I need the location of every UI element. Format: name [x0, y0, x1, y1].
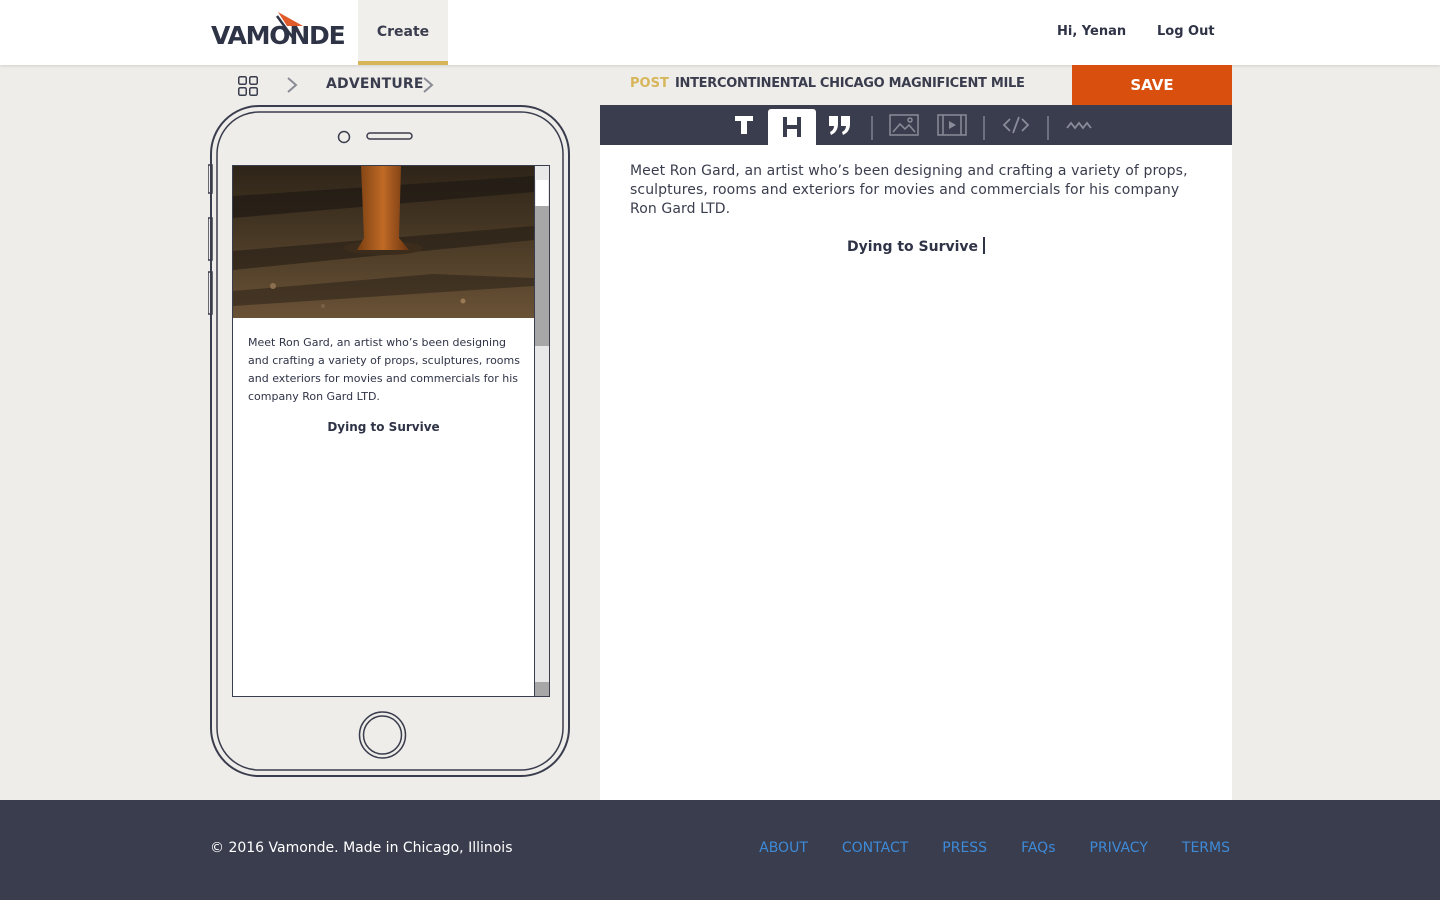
scrollbar-thumb[interactable] — [535, 206, 549, 346]
phone-screen[interactable]: Meet Ron Gard, an artist who’s been desi… — [232, 165, 535, 697]
scrollbar-track-top[interactable] — [536, 180, 548, 206]
chevron-right-icon — [287, 77, 298, 93]
editor-heading-text[interactable]: Dying to Survive — [847, 239, 978, 255]
footer-link-faqs[interactable]: FAQs — [1021, 840, 1055, 856]
toolbar-separator — [983, 116, 985, 140]
divider-icon[interactable] — [1056, 105, 1104, 145]
heading-icon[interactable] — [768, 109, 816, 145]
vamonde-logo[interactable]: VAMONDE — [211, 10, 346, 50]
footer: © 2016 Vamonde. Made in Chicago, Illinoi… — [0, 800, 1440, 900]
toolbar-separator — [871, 116, 873, 140]
footer-link-about[interactable]: ABOUT — [759, 840, 808, 856]
footer-link-contact[interactable]: CONTACT — [842, 840, 908, 856]
nav-create-tab[interactable]: Create — [358, 0, 448, 65]
story-editor[interactable]: Meet Ron Gard, an artist who’s been desi… — [600, 145, 1232, 800]
footer-link-terms[interactable]: TERMS — [1182, 840, 1230, 856]
scrollbar-down-arrow[interactable] — [535, 682, 549, 696]
editor-heading[interactable]: Dying to Survive — [600, 237, 1232, 255]
copyright-text: © 2016 Vamonde. Made in Chicago, Illinoi… — [210, 840, 513, 856]
user-greeting[interactable]: Hi, Yenan — [1057, 24, 1126, 39]
top-navigation-bar: VAMONDE Create Hi, Yenan Log Out — [0, 0, 1440, 65]
toolbar-separator — [1047, 116, 1049, 140]
image-icon[interactable] — [880, 105, 928, 145]
preview-scrollbar[interactable] — [535, 165, 550, 697]
logo-flag-icon — [275, 12, 303, 39]
footer-links: ABOUT CONTACT PRESS FAQs PRIVACY TERMS — [759, 840, 1230, 856]
quote-icon[interactable] — [816, 105, 864, 145]
footer-link-press[interactable]: PRESS — [942, 840, 987, 856]
post-title: INTERCONTINENTAL CHICAGO MAGNIFICENT MIL… — [675, 76, 1025, 91]
save-button[interactable]: SAVE — [1072, 65, 1232, 105]
text-cursor — [983, 237, 986, 254]
post-type-label: POST — [630, 76, 669, 91]
embed-code-icon[interactable] — [992, 105, 1040, 145]
text-icon[interactable] — [720, 105, 768, 145]
chevron-right-icon — [423, 77, 434, 93]
editor-toolbar — [600, 105, 1232, 145]
video-icon[interactable] — [928, 105, 976, 145]
preview-paragraph: Meet Ron Gard, an artist who’s been desi… — [248, 336, 520, 403]
cover-photo — [233, 166, 534, 318]
footer-link-privacy[interactable]: PRIVACY — [1090, 840, 1148, 856]
breadcrumb-category[interactable]: ADVENTURE — [326, 76, 424, 92]
editor-paragraph[interactable]: Meet Ron Gard, an artist who’s been desi… — [630, 162, 1190, 219]
preview-heading: Dying to Survive — [327, 420, 440, 434]
grid-icon[interactable] — [238, 76, 258, 96]
logout-link[interactable]: Log Out — [1157, 24, 1215, 39]
